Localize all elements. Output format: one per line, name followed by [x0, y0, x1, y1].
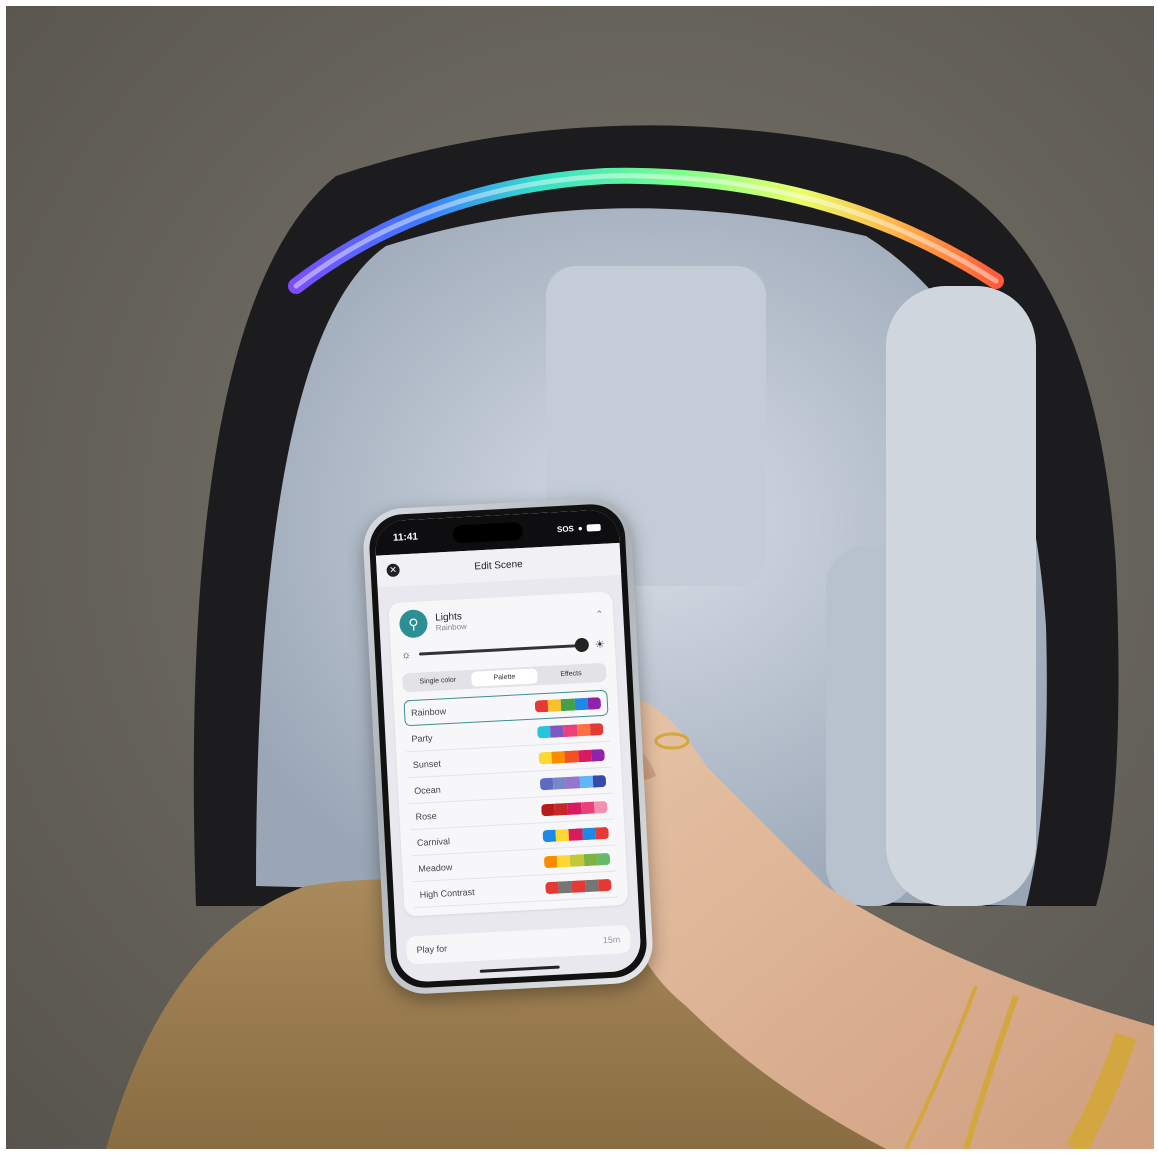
swatch: [596, 852, 611, 865]
sos-label: SOS: [556, 523, 575, 534]
palette-list: Rainbow Party Sunset Ocean Rose Carnival Meado…: [403, 689, 619, 909]
swatch: [574, 697, 589, 711]
swatch: [556, 854, 571, 868]
battery-icon: [586, 523, 601, 532]
swatch: [558, 880, 573, 894]
wifi-icon: ●: [577, 523, 583, 533]
swatch: [543, 855, 558, 868]
swatch: [571, 879, 586, 893]
palette-name: Carnival: [416, 835, 451, 848]
home-indicator: [479, 965, 560, 973]
palette-name: Meadow: [418, 861, 453, 874]
brightness-slider[interactable]: [419, 637, 590, 656]
palette-swatches: [542, 826, 609, 842]
swatch: [587, 697, 602, 710]
swatch: [551, 750, 566, 764]
swatch: [545, 881, 559, 894]
swatch: [593, 800, 608, 814]
swatch: [564, 749, 579, 763]
palette-swatches: [543, 852, 611, 868]
swatch: [561, 698, 575, 712]
swatch: [580, 801, 595, 814]
status-time: 11:41: [392, 530, 419, 544]
play-for-row[interactable]: Play for 15m: [405, 924, 631, 965]
swatch: [570, 853, 584, 867]
sheet-title: Edit Scene: [474, 558, 523, 573]
swatch: [589, 722, 604, 736]
lights-subtitle: Rainbow: [435, 621, 468, 633]
lights-card: ⚲ Lights Rainbow ⌃ ☼ ☀ Single color Pale…: [388, 591, 629, 917]
swatch: [542, 829, 557, 842]
palette-swatches: [534, 697, 602, 713]
phone: 11:41 SOS ● ✕ Edit Scene ⚲ Lights Rainbo…: [361, 496, 655, 996]
swatch: [581, 827, 596, 840]
brightness-low-icon: ☼: [400, 648, 412, 661]
swatch: [579, 775, 594, 788]
swatch: [536, 725, 551, 738]
palette-swatches: [545, 878, 612, 894]
phone-bezel: 11:41 SOS ● ✕ Edit Scene ⚲ Lights Rainbo…: [367, 502, 649, 990]
swatch: [592, 774, 607, 788]
brightness-row: ☼ ☀: [400, 637, 606, 662]
palette-swatches: [538, 748, 605, 764]
palette-name: Rainbow: [410, 706, 447, 719]
swatch: [547, 699, 562, 712]
slider-knob[interactable]: [574, 637, 590, 653]
swatch: [534, 699, 549, 713]
play-for-value: 15m: [602, 934, 621, 946]
palette-name: Ocean: [413, 784, 441, 796]
brightness-high-icon: ☀: [594, 638, 606, 652]
tab-effects[interactable]: Effects: [537, 665, 604, 683]
swatch: [597, 878, 612, 891]
swatch: [555, 828, 570, 842]
swatch: [567, 801, 582, 815]
lightbulb-icon: ⚲: [398, 609, 429, 639]
swatch: [539, 777, 554, 790]
swatch: [550, 724, 564, 738]
status-icons: SOS ●: [556, 522, 601, 534]
swatch: [552, 776, 567, 790]
swatch: [554, 802, 569, 816]
swatch: [577, 749, 592, 762]
swatch: [584, 878, 599, 892]
palette-name: Rose: [415, 810, 437, 822]
chevron-up-icon[interactable]: ⌃: [595, 608, 603, 619]
palette-swatches: [541, 800, 608, 816]
play-for-label: Play for: [416, 943, 448, 956]
swatch: [541, 803, 555, 816]
palette-name: High Contrast: [419, 886, 475, 900]
palette-swatches: [539, 774, 607, 790]
palette-swatches: [536, 722, 604, 738]
lights-header[interactable]: ⚲ Lights Rainbow ⌃: [398, 600, 604, 639]
swatch: [595, 826, 609, 840]
swatch: [583, 853, 598, 866]
palette-name: Sunset: [412, 758, 442, 770]
close-icon[interactable]: ✕: [386, 563, 400, 578]
lights-text: Lights Rainbow: [435, 611, 468, 633]
app-screen: 11:41 SOS ● ✕ Edit Scene ⚲ Lights Rainbo…: [374, 508, 642, 984]
photo: 11:41 SOS ● ✕ Edit Scene ⚲ Lights Rainbo…: [6, 6, 1154, 1149]
swatch: [566, 775, 580, 789]
palette-name: Party: [411, 732, 433, 744]
dynamic-island: [452, 521, 523, 544]
swatch: [568, 827, 583, 841]
mode-tabs: Single color Palette Effects: [402, 662, 607, 693]
swatch: [538, 751, 553, 764]
swatch: [576, 723, 591, 736]
tab-single-color[interactable]: Single color: [404, 672, 471, 690]
swatch: [591, 748, 605, 762]
swatch: [563, 723, 578, 737]
tab-palette[interactable]: Palette: [470, 668, 539, 687]
